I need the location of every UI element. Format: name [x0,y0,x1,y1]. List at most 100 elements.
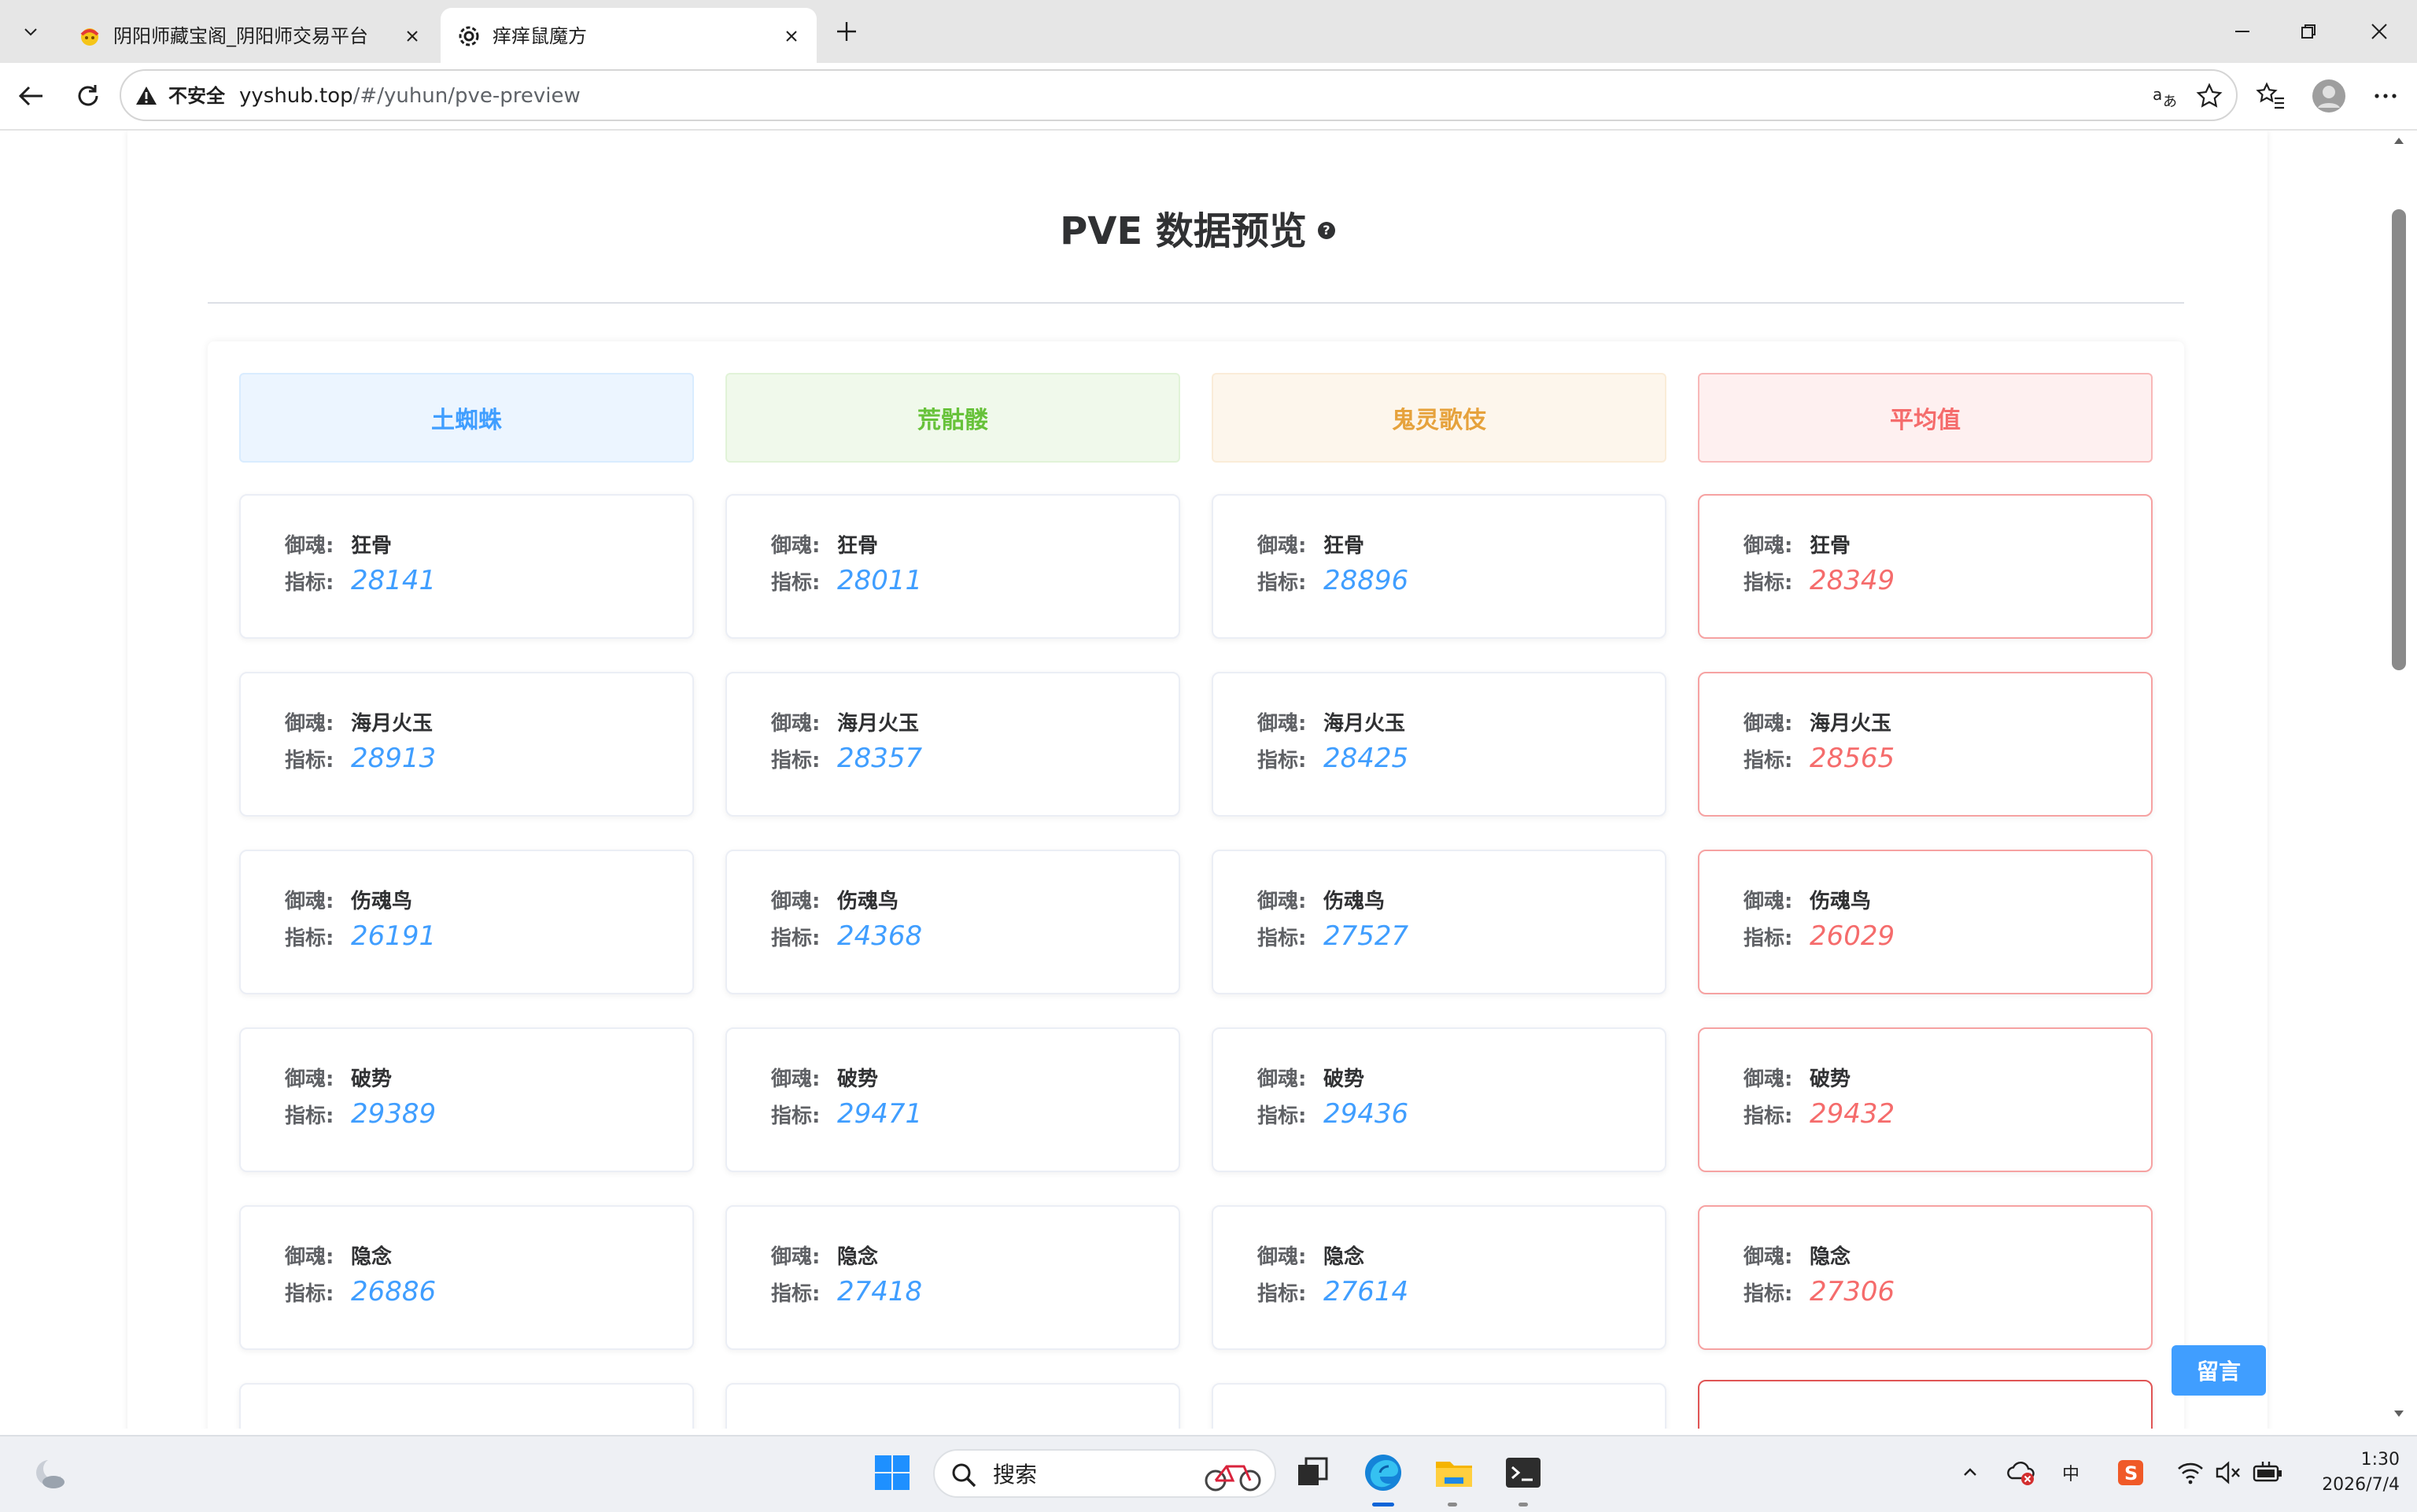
battery-status-button[interactable] [2252,1457,2283,1488]
yuhun-label: 御魂: [1257,1068,1307,1091]
data-card-partial [725,1383,1180,1429]
data-card: 御魂: 伤魂鸟 指标: 27527 [1212,850,1666,994]
metric-label: 指标: [771,927,821,950]
settings-more-button[interactable] [2367,77,2404,115]
show-hidden-icons-button[interactable] [1954,1457,1986,1488]
yuhun-label: 御魂: [285,712,334,736]
arrow-left-icon [18,86,42,106]
column-header-guilinggeji: 鬼灵歌伎 [1212,373,1666,463]
taskbar-clock[interactable]: 1:30 2026/7/4 [2297,1447,2400,1498]
average-metric-value: 29432 [1810,1098,1895,1130]
data-card: 御魂: 隐念 指标: 27418 [725,1205,1180,1350]
yuhun-name: 伤魂鸟 [351,890,413,913]
page-title: PVE 数据预览? [127,206,2268,256]
scrollbar-thumb[interactable] [2392,209,2406,670]
search-placeholder: 搜索 [993,1462,1038,1488]
scroll-down-button[interactable] [2392,1407,2406,1421]
pve-data-panel: 土蜘蛛 荒骷髅 鬼灵歌伎 平均值 御魂: 狂骨 指标: 28141 御魂: 海月火玉 指标… [208,341,2184,1429]
yuhun-label: 御魂: [771,712,821,736]
metric-value: 26191 [351,920,437,952]
yuhun-label: 御魂: [1744,534,1793,558]
close-window-button[interactable] [2348,11,2411,52]
wifi-status-button[interactable] [2175,1457,2206,1488]
search-icon [952,1463,976,1488]
favorites-button[interactable] [2252,77,2290,115]
metric-value: 28141 [351,565,437,596]
metric-value: 28913 [351,743,437,774]
yuhun-label: 御魂: [771,1245,821,1269]
yuhun-name: 海月火玉 [1810,712,1892,736]
average-metric-value: 28565 [1810,743,1895,774]
yuhun-name: 破势 [1810,1068,1851,1091]
leave-message-button[interactable]: 留言 [2172,1345,2266,1396]
yuhun-label: 御魂: [285,1245,334,1269]
windows-logo-icon [875,1455,910,1490]
metric-value: 27614 [1323,1276,1409,1307]
tab-close-button[interactable] [777,22,806,50]
yuhun-label: 御魂: [771,534,821,558]
profile-button[interactable] [2310,77,2348,115]
tab-close-button[interactable] [398,22,426,50]
security-label[interactable]: 不安全 [168,83,225,109]
read-aloud-translate-button[interactable]: aあ [2151,82,2179,110]
metric-value: 27527 [1323,920,1409,952]
address-bar[interactable]: 不安全 yyshub.top/#/yuhun/pve-preview aあ [120,69,2238,121]
translate-icon: aあ [2153,85,2177,109]
new-tab-button[interactable] [829,14,864,49]
restore-window-button[interactable] [2277,11,2340,52]
tab-cangbaoge[interactable]: 阴阳师藏宝阁_阴阳师交易平台 [61,8,437,63]
page-viewport: PVE 数据预览? 土蜘蛛 荒骷髅 鬼灵歌伎 平均值 御魂: 狂骨 指标: 28141… [6,131,2386,1429]
tab-actions-menu-button[interactable] [9,13,52,50]
restore-icon [2301,24,2316,39]
tab-yangyangshu[interactable]: 痒痒鼠魔方 [441,8,817,63]
taskbar-edge-button[interactable] [1361,1451,1405,1495]
ime-indicator[interactable]: 中 [2055,1457,2087,1488]
explorer-running-indicator [1448,1503,1457,1506]
reload-button[interactable] [69,77,107,115]
data-card-partial [239,1383,694,1429]
volume-muted-button[interactable] [2212,1457,2244,1488]
task-view-button[interactable] [1290,1451,1334,1495]
yuhun-label: 御魂: [1744,1068,1793,1091]
sogou-tray-button[interactable]: S [2115,1457,2146,1488]
chevron-up-icon [1964,1468,1976,1476]
data-card: 御魂: 狂骨 指标: 28896 [1212,494,1666,639]
bicycle-icon [1205,1465,1261,1492]
onedrive-status-button[interactable] [2005,1457,2036,1488]
data-card: 御魂: 狂骨 指标: 28011 [725,494,1180,639]
data-card-partial [1212,1383,1666,1429]
back-button[interactable] [13,77,50,115]
start-button[interactable] [870,1451,914,1495]
url-text[interactable]: yyshub.top/#/yuhun/pve-preview [239,83,581,109]
average-card: 御魂: 海月火玉 指标: 28565 [1698,672,2153,817]
metric-label: 指标: [771,1104,821,1128]
taskbar-search-box[interactable]: 搜索 [933,1449,1276,1498]
metric-value: 28425 [1323,743,1409,774]
title-divider [208,302,2184,304]
page-container: PVE 数据预览? 土蜘蛛 荒骷髅 鬼灵歌伎 平均值 御魂: 狂骨 指标: 28141… [127,131,2268,1429]
metric-value: 28357 [837,743,923,774]
metric-value: 24368 [837,920,923,952]
browser-tab-bar: 阴阳师藏宝阁_阴阳师交易平台 痒痒鼠魔方 [0,0,2417,63]
favorite-star-button[interactable] [2195,82,2223,110]
yuhun-label: 御魂: [1257,890,1307,913]
metric-label: 指标: [771,1282,821,1306]
yuhun-label: 御魂: [771,1068,821,1091]
help-question-icon[interactable]: ? [1317,222,1335,239]
more-horizontal-icon [2375,94,2397,98]
metric-label: 指标: [1257,927,1307,950]
average-card: 御魂: 狂骨 指标: 28349 [1698,494,2153,639]
taskbar-terminal-button[interactable] [1501,1451,1545,1495]
yuhun-label: 御魂: [1257,534,1307,558]
yuhun-name: 隐念 [1323,1245,1365,1269]
yuhun-label: 御魂: [771,890,821,913]
minimize-icon [2235,31,2249,32]
metric-label: 指标: [1744,1282,1793,1306]
scroll-up-button[interactable] [2392,134,2406,148]
metric-label: 指标: [1744,749,1793,773]
minimize-window-button[interactable] [2211,11,2274,52]
yuhun-label: 御魂: [285,890,334,913]
taskbar-file-explorer-button[interactable] [1432,1451,1476,1495]
metric-value: 29436 [1323,1098,1409,1130]
weather-widget-button[interactable] [28,1452,72,1496]
